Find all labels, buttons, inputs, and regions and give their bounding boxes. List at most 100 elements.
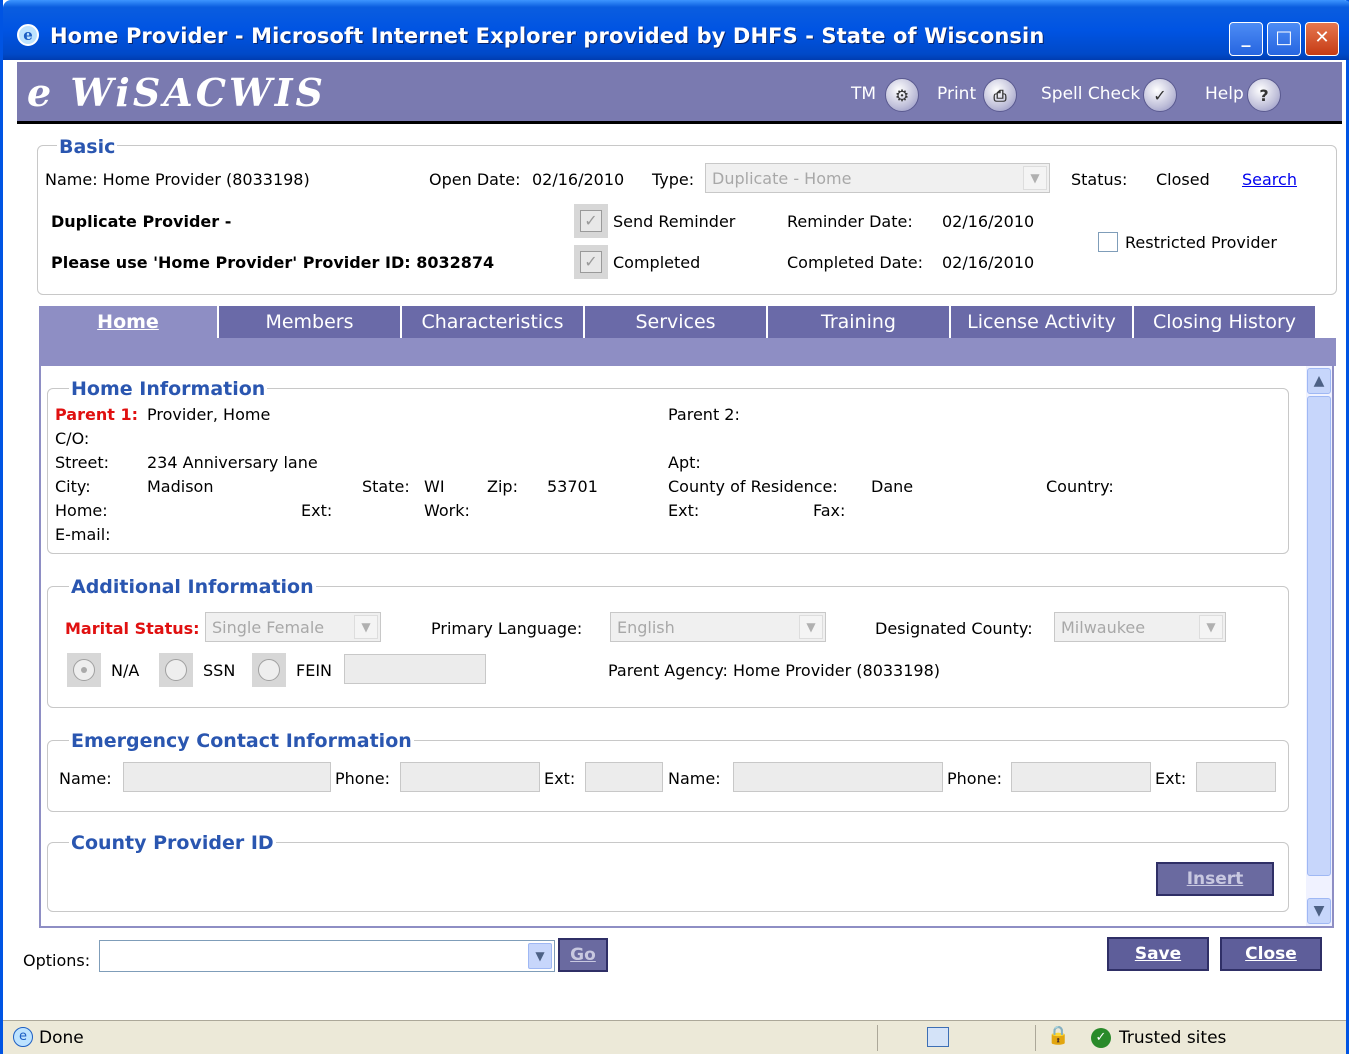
open-date-label: Open Date:	[429, 170, 521, 189]
status-separator	[877, 1025, 878, 1051]
status-separator	[1035, 1025, 1036, 1051]
emergency-ext2-field[interactable]	[1196, 762, 1276, 792]
emergency-phone2-field[interactable]	[1011, 762, 1151, 792]
emergency-name1-field[interactable]	[123, 762, 331, 792]
status-done: Done	[39, 1028, 84, 1048]
help-icon[interactable]: ?	[1247, 78, 1281, 112]
tab-strip	[39, 338, 1336, 366]
tab-license-activity[interactable]: License Activity	[951, 306, 1134, 338]
app-logo: e WiSACWIS	[27, 70, 326, 115]
email-label: E-mail:	[55, 525, 111, 544]
ssn-radio-label: SSN	[203, 661, 236, 680]
security-zone: Trusted sites	[1119, 1028, 1227, 1048]
fein-radio-label: FEIN	[296, 661, 332, 680]
emergency-phone2-label: Phone:	[947, 769, 1002, 788]
trusted-check-icon: ✓	[1091, 1028, 1111, 1048]
chevron-down-icon: ▼	[799, 615, 823, 639]
spell-check-icon[interactable]: ✓	[1143, 78, 1177, 112]
checkmark-icon: ✓	[580, 251, 602, 273]
marital-status-select[interactable]: Single Female ▼	[205, 612, 381, 642]
send-reminder-checkbox[interactable]: ✓	[574, 204, 608, 238]
restricted-provider-label: Restricted Provider	[1125, 233, 1277, 252]
scroll-thumb[interactable]	[1307, 396, 1331, 876]
tab-closing-history[interactable]: Closing History	[1134, 306, 1317, 338]
open-date-value: 02/16/2010	[532, 170, 625, 189]
insert-button[interactable]: Insert	[1156, 862, 1274, 896]
marital-status-label: Marital Status:	[65, 619, 200, 638]
emergency-name2-field[interactable]	[733, 762, 943, 792]
parent1-label: Parent 1:	[55, 405, 138, 424]
home-information-legend: Home Information	[69, 378, 268, 400]
radio-dot-icon	[165, 659, 187, 681]
emergency-phone1-label: Phone:	[335, 769, 390, 788]
home-phone-label: Home:	[55, 501, 108, 520]
ssn-radio[interactable]	[159, 653, 193, 687]
country-label: Country:	[1046, 477, 1114, 496]
zip-label: Zip:	[487, 477, 518, 496]
emergency-ext1-field[interactable]	[585, 762, 663, 792]
window-title: Home Provider - Microsoft Internet Explo…	[50, 24, 1045, 48]
basic-legend: Basic	[57, 136, 118, 158]
close-window-button[interactable]: ✕	[1305, 22, 1339, 56]
home-tab-content: Home Information Parent 1: Provider, Hom…	[39, 366, 1334, 928]
tm-icon[interactable]: ⚙	[885, 78, 919, 112]
chevron-down-icon: ▼	[354, 615, 378, 639]
designated-county-select[interactable]: Milwaukee ▼	[1054, 612, 1226, 642]
tm-link[interactable]: TM	[851, 84, 876, 104]
minimize-button[interactable]: _	[1229, 22, 1263, 56]
duplicate-provider-text: Duplicate Provider -	[51, 212, 232, 231]
tab-bar: Home Members Characteristics Services Tr…	[39, 306, 1338, 338]
na-radio[interactable]	[67, 653, 101, 687]
help-link[interactable]: Help	[1205, 84, 1244, 104]
tab-training[interactable]: Training	[768, 306, 951, 338]
additional-information-legend: Additional Information	[69, 576, 316, 598]
go-button[interactable]: Go	[558, 938, 608, 972]
printer-icon[interactable]: ⎙	[983, 78, 1017, 112]
type-select[interactable]: Duplicate - Home ▼	[705, 163, 1050, 193]
spell-check-link[interactable]: Spell Check	[1041, 84, 1140, 104]
emergency-name2-label: Name:	[668, 769, 721, 788]
print-link[interactable]: Print	[937, 84, 976, 104]
reminder-date-value: 02/16/2010	[942, 212, 1035, 231]
emergency-name1-label: Name:	[59, 769, 112, 788]
close-button[interactable]: Close	[1220, 937, 1322, 971]
fein-radio[interactable]	[252, 653, 286, 687]
emergency-phone1-field[interactable]	[400, 762, 540, 792]
options-select[interactable]: ▼	[99, 940, 555, 972]
save-button[interactable]: Save	[1107, 937, 1209, 971]
options-label: Options:	[23, 951, 91, 970]
additional-information-section	[47, 586, 1289, 708]
maximize-button[interactable]: □	[1267, 22, 1301, 56]
primary-language-value: English	[617, 618, 675, 637]
reminder-date-label: Reminder Date:	[787, 212, 913, 231]
na-radio-label: N/A	[111, 661, 140, 680]
county-provider-legend: County Provider ID	[69, 832, 276, 854]
id-number-field[interactable]	[344, 654, 486, 684]
chevron-down-icon: ▼	[1023, 166, 1047, 190]
scroll-down-icon[interactable]: ▼	[1307, 898, 1331, 924]
lock-icon: 🔒	[1047, 1025, 1070, 1046]
radio-dot-icon	[258, 659, 280, 681]
chevron-down-icon: ▼	[1199, 615, 1223, 639]
completed-checkbox[interactable]: ✓	[574, 245, 608, 279]
co-label: C/O:	[55, 429, 90, 448]
street-value: 234 Anniversary lane	[147, 453, 318, 472]
content-scrollbar[interactable]: ▲ ▼	[1306, 366, 1332, 926]
use-provider-id-text: Please use 'Home Provider' Provider ID: …	[51, 253, 495, 272]
restricted-provider-checkbox[interactable]	[1098, 232, 1118, 252]
page-icon	[927, 1027, 949, 1047]
work-phone-label: Work:	[424, 501, 470, 520]
marital-status-value: Single Female	[212, 618, 325, 637]
type-label: Type:	[652, 170, 695, 189]
tab-members[interactable]: Members	[219, 306, 402, 338]
fax-label: Fax:	[813, 501, 846, 520]
search-link[interactable]: Search	[1242, 170, 1297, 189]
tab-services[interactable]: Services	[585, 306, 768, 338]
tab-home[interactable]: Home	[39, 306, 219, 338]
state-label: State:	[362, 477, 410, 496]
primary-language-label: Primary Language:	[431, 619, 583, 638]
scroll-up-icon[interactable]: ▲	[1307, 368, 1331, 394]
tab-characteristics[interactable]: Characteristics	[402, 306, 585, 338]
primary-language-select[interactable]: English ▼	[610, 612, 826, 642]
city-value: Madison	[147, 477, 214, 496]
